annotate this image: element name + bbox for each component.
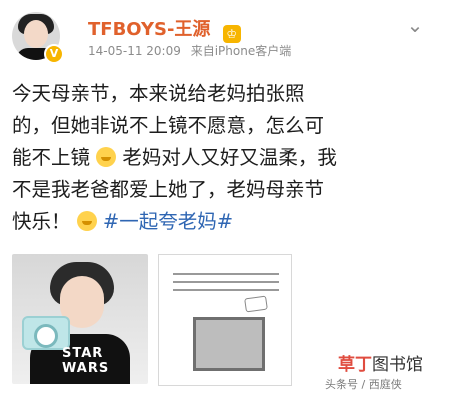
hashtag-link[interactable]: #一起夸老妈# (103, 210, 233, 233)
more-options-icon[interactable]: ⌄ (404, 15, 426, 35)
note-line-2 (173, 281, 279, 283)
note-line-3 (173, 289, 279, 291)
content-line-5: 快乐！ #一起夸老妈# (12, 206, 442, 238)
avatar-face (24, 20, 48, 48)
timestamp: 14-05-11 20:09 (88, 44, 181, 58)
post-content: 今天母亲节，本来说给老妈拍张照 的，但她非说不上镜不愿意，怎么可 能不上镜 老妈… (12, 78, 442, 238)
content-line-4: 不是我老爸都爱上她了，老妈母亲节 (12, 178, 325, 201)
content-line-1: 今天母亲节，本来说给老妈拍张照 (12, 82, 305, 105)
content-line-2: 的，但她非说不上镜不愿意，怎么可 (12, 114, 325, 137)
note-line-1 (173, 273, 279, 275)
watermark-brand-accent: 草丁 (338, 355, 372, 375)
username-text[interactable]: TFBOYS-王源 (88, 19, 210, 40)
username[interactable]: TFBOYS-王源 ♔ (88, 15, 241, 43)
grin-emoji-icon (76, 211, 97, 231)
photo-thumbnail-1[interactable]: STAR WARS (12, 254, 148, 384)
watermark-brand-rest: 图书馆 (372, 355, 423, 375)
content-line-3-part-b: 老妈对人又好又温柔，我 (122, 146, 337, 169)
post-meta: 14-05-11 20:09 来自iPhone客户端 (88, 42, 297, 59)
camera-lens-icon (34, 324, 58, 348)
content-line-3-part-a: 能不上镜 (12, 146, 91, 169)
content-line-3: 能不上镜 老妈对人又好又温柔，我 (12, 142, 442, 174)
signature-icon (244, 295, 268, 313)
shirt-text: STAR WARS (62, 346, 110, 376)
photo-thumbnail-2[interactable] (158, 254, 292, 386)
watermark-brand: 草丁图书馆 (338, 350, 423, 375)
verified-badge-icon: V (44, 44, 64, 64)
content-line-5-text: 快乐！ (12, 210, 71, 233)
post-source: 来自iPhone客户端 (190, 44, 292, 58)
smile-emoji-icon (96, 147, 117, 167)
crown-icon: ♔ (222, 25, 241, 43)
photo-frame-icon (193, 317, 265, 371)
watermark-credit: 头条号 / 西庭侠 (325, 378, 402, 391)
